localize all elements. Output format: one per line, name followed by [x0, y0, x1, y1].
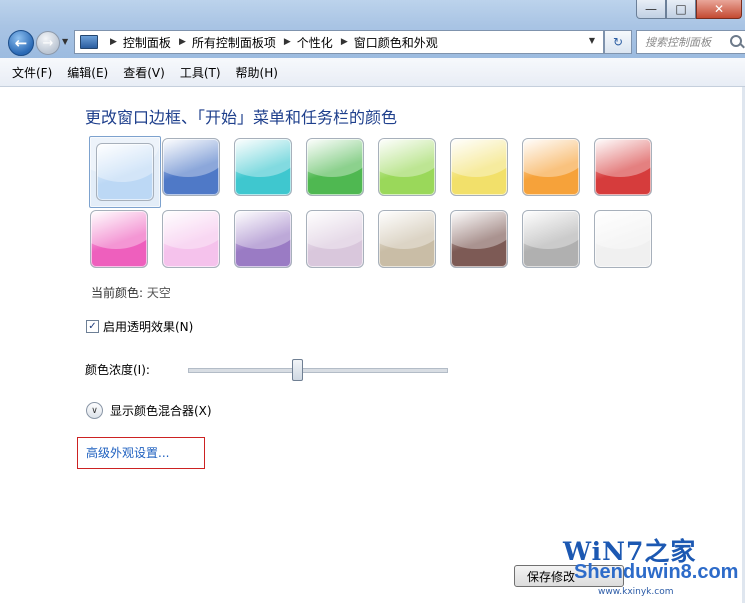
minimize-button[interactable]: —	[636, 0, 666, 19]
transparency-option[interactable]: ✓ 启用透明效果(N)	[86, 318, 193, 335]
watermark-line1: WiN7之家	[563, 537, 697, 566]
navigation-bar: ← → ▼ ▶ 控制面板 ▶ 所有控制面板项 ▶ 个性化 ▶ 窗口颜色和外观 ▼…	[0, 26, 745, 58]
menu-edit[interactable]: 编辑(E)	[67, 64, 108, 81]
intensity-slider-track[interactable]	[188, 368, 448, 373]
advanced-appearance-link[interactable]: 高级外观设置...	[86, 444, 169, 461]
color-swatch[interactable]	[450, 210, 508, 268]
save-changes-button[interactable]: 保存修改	[514, 565, 624, 587]
color-swatch[interactable]	[96, 143, 154, 201]
current-color-label: 当前颜色:	[91, 286, 144, 300]
color-swatch[interactable]	[162, 210, 220, 268]
color-swatch[interactable]	[522, 138, 580, 196]
chevron-right-icon[interactable]: ▶	[179, 37, 186, 47]
content-area: 更改窗口边框、「开始」菜单和任务栏的颜色 当前颜色: 天空 ✓ 启用透明效果(N…	[0, 87, 745, 603]
page-title: 更改窗口边框、「开始」菜单和任务栏的颜色	[85, 108, 398, 127]
intensity-label: 颜色浓度(I):	[85, 363, 150, 377]
current-color: 当前颜色: 天空	[91, 284, 171, 301]
refresh-icon[interactable]: ↻	[604, 30, 632, 54]
color-swatch[interactable]	[162, 138, 220, 196]
intensity-slider-thumb[interactable]	[291, 359, 303, 381]
forward-arrow-icon[interactable]: →	[36, 31, 60, 55]
control-panel-icon	[80, 35, 98, 49]
color-swatch[interactable]	[378, 210, 436, 268]
search-placeholder: 搜索控制面板	[645, 36, 711, 49]
color-swatch[interactable]	[594, 138, 652, 196]
chevron-right-icon[interactable]: ▶	[341, 37, 348, 47]
color-swatch[interactable]	[234, 138, 292, 196]
color-swatch[interactable]	[522, 210, 580, 268]
transparency-label[interactable]: 启用透明效果(N)	[103, 318, 193, 335]
search-input[interactable]: 搜索控制面板	[636, 30, 745, 54]
menu-file[interactable]: 文件(F)	[12, 64, 52, 81]
color-swatch[interactable]	[378, 138, 436, 196]
title-bar: — □ ✕ ← → ▼ ▶ 控制面板 ▶ 所有控制面板项 ▶ 个性化 ▶ 窗口颜…	[0, 0, 745, 58]
close-button[interactable]: ✕	[696, 0, 742, 19]
color-swatch[interactable]	[450, 138, 508, 196]
color-mixer-label[interactable]: 显示颜色混合器(X)	[110, 402, 212, 419]
breadcrumb-window-color[interactable]: 窗口颜色和外观	[354, 34, 438, 51]
color-mixer-toggle[interactable]: ∨ 显示颜色混合器(X)	[86, 402, 212, 419]
menu-help[interactable]: 帮助(H)	[236, 64, 278, 81]
chevron-right-icon[interactable]: ▶	[284, 37, 291, 47]
transparency-checkbox[interactable]: ✓	[86, 320, 99, 333]
color-swatch[interactable]	[306, 138, 364, 196]
breadcrumb-all-items[interactable]: 所有控制面板项	[192, 34, 276, 51]
color-swatch[interactable]	[90, 210, 148, 268]
history-dropdown-icon[interactable]: ▼	[62, 37, 68, 46]
address-bar[interactable]: ▶ 控制面板 ▶ 所有控制面板项 ▶ 个性化 ▶ 窗口颜色和外观 ▼	[74, 30, 604, 54]
breadcrumb-personalization[interactable]: 个性化	[297, 34, 333, 51]
chevron-right-icon[interactable]: ▶	[110, 37, 117, 47]
menu-view[interactable]: 查看(V)	[123, 64, 165, 81]
breadcrumb-control-panel[interactable]: 控制面板	[123, 34, 171, 51]
search-icon[interactable]	[730, 35, 742, 47]
menu-tools[interactable]: 工具(T)	[180, 64, 221, 81]
menu-bar: 文件(F) 编辑(E) 查看(V) 工具(T) 帮助(H)	[0, 58, 745, 87]
color-swatch[interactable]	[594, 210, 652, 268]
color-swatch[interactable]	[234, 210, 292, 268]
watermark-line3: www.kxinyk.com	[598, 587, 674, 597]
chevron-down-circle-icon[interactable]: ∨	[86, 402, 103, 419]
window-controls: — □ ✕	[636, 0, 742, 20]
chevron-down-icon[interactable]: ▼	[589, 36, 595, 45]
color-swatch[interactable]	[306, 210, 364, 268]
maximize-button[interactable]: □	[666, 0, 696, 19]
back-arrow-icon[interactable]: ←	[8, 30, 34, 56]
current-color-value: 天空	[146, 286, 171, 300]
